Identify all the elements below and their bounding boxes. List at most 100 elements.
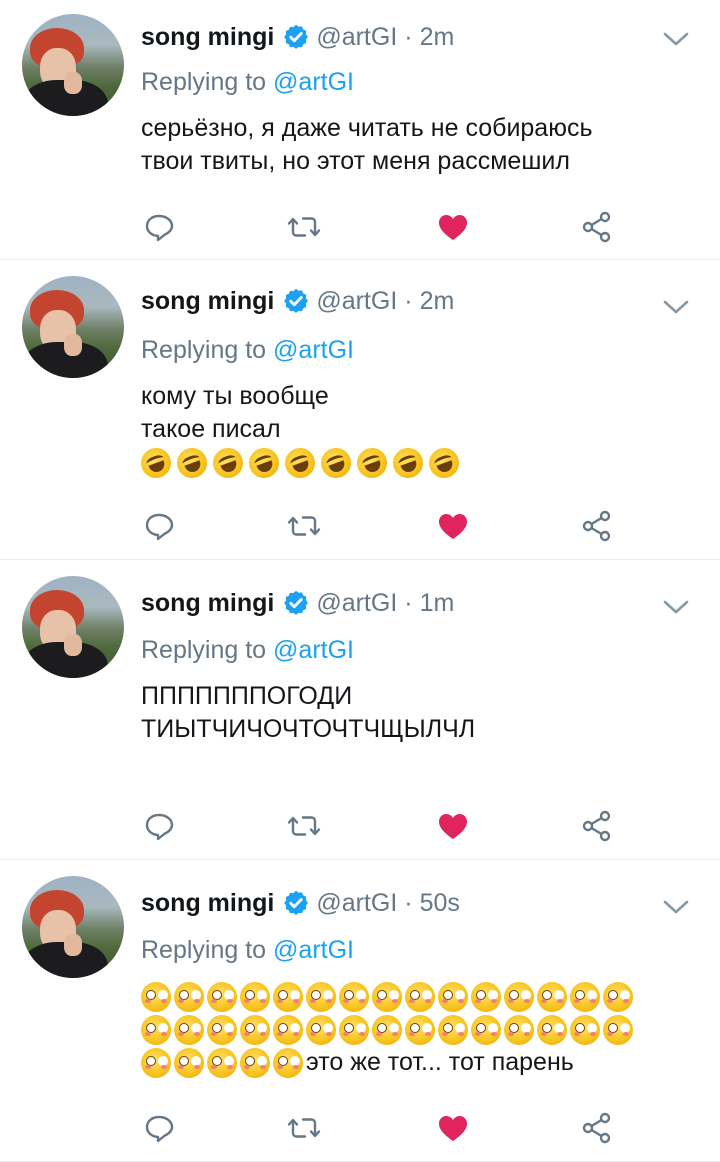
rolling-on-floor-laughing-emoji [208,444,248,483]
chevron-down-icon[interactable] [662,298,690,316]
retweet-icon[interactable] [286,508,322,544]
rolling-on-floor-laughing-emoji [388,444,428,483]
tweet-text-line: ТИЫТЧИЧОЧТОЧТЧЩЫЛЧЛ [141,715,476,743]
flushed-face-emoji [174,1048,204,1079]
rolling-on-floor-laughing-emoji [244,444,284,483]
tweet-text-line: кому ты вообще [141,382,329,410]
share-icon[interactable] [579,508,615,544]
user-handle[interactable]: @artGI [316,888,397,918]
emoji-row [141,1013,701,1046]
flushed-face-emoji [240,982,270,1013]
flushed-face-emoji [438,1015,468,1046]
reply-icon[interactable] [141,808,177,844]
flushed-face-emoji [306,1015,336,1046]
heart-icon[interactable] [435,1110,471,1146]
reply-mention-link[interactable]: @artGI [273,68,354,96]
replying-prefix: Replying to [141,336,267,364]
timestamp[interactable]: 2m [420,286,455,316]
tweet-text: это же тот... тот парень [141,980,701,1079]
tweet-actions [141,209,621,245]
reply-icon[interactable] [141,508,177,544]
replying-to: Replying to @artGI [141,334,354,366]
user-handle[interactable]: @artGI [316,286,397,316]
replying-prefix: Replying to [141,68,267,96]
reply-icon[interactable] [141,1110,177,1146]
separator-dot: · [404,589,413,617]
flushed-face-emoji [207,1048,237,1079]
flushed-face-emoji [273,1048,303,1079]
retweet-icon[interactable] [286,808,322,844]
replying-prefix: Replying to [141,636,267,664]
display-name[interactable]: song mingi [141,588,274,618]
flushed-face-emoji [174,982,204,1013]
tweet-text-line: такое писал [141,415,281,443]
flushed-face-emoji [273,1015,303,1046]
retweet-icon[interactable] [286,1110,322,1146]
flushed-face-emoji [372,982,402,1013]
separator-dot: · [404,889,413,917]
avatar[interactable] [22,576,124,678]
tweet-header: song mingi @artGI · 2m [141,286,454,316]
verified-badge-icon [282,287,310,315]
reply-icon[interactable] [141,209,177,245]
share-icon[interactable] [579,1110,615,1146]
timestamp[interactable]: 50s [420,888,460,918]
flushed-face-emoji [207,1015,237,1046]
tweet[interactable]: song mingi @artGI · 50s Replying to @art… [0,862,720,1162]
reply-mention-link[interactable]: @artGI [273,336,354,364]
separator-dot: · [404,287,413,315]
reply-mention-link[interactable]: @artGI [273,636,354,664]
flushed-face-emoji [570,1015,600,1046]
flushed-face-emoji [504,982,534,1013]
user-handle[interactable]: @artGI [316,22,397,52]
avatar[interactable] [22,276,124,378]
replying-to: Replying to @artGI [141,634,354,666]
flushed-face-emoji [240,1048,270,1079]
flushed-face-emoji [141,1048,171,1079]
tweet[interactable]: song mingi @artGI · 2m Replying to @artG… [0,0,720,260]
user-handle[interactable]: @artGI [316,588,397,618]
display-name[interactable]: song mingi [141,286,274,316]
tweet-text: ПППППППОГОДИ ТИЫТЧИЧОЧТОЧТЧЩЫЛЧЛ [141,680,701,746]
replying-prefix: Replying to [141,936,267,964]
separator-dot: · [404,23,413,51]
chevron-down-icon[interactable] [662,598,690,616]
display-name[interactable]: song mingi [141,888,274,918]
display-name[interactable]: song mingi [141,22,274,52]
flushed-face-emoji [537,1015,567,1046]
tweet-text-line: твои твиты, но этот меня рассмешил [141,147,570,175]
reply-mention-link[interactable]: @artGI [273,936,354,964]
heart-icon[interactable] [435,508,471,544]
flushed-face-emoji [603,1015,633,1046]
heart-icon[interactable] [435,209,471,245]
rolling-on-floor-laughing-emoji [136,444,176,483]
chevron-down-icon[interactable] [662,898,690,916]
flushed-face-emoji [339,1015,369,1046]
timestamp[interactable]: 2m [420,22,455,52]
avatar[interactable] [22,14,124,116]
avatar[interactable] [22,876,124,978]
tweet[interactable]: song mingi @artGI · 2m Replying to @artG… [0,262,720,560]
rolling-on-floor-laughing-emoji [424,444,464,483]
tweet-header: song mingi @artGI · 2m [141,22,454,52]
retweet-icon[interactable] [286,209,322,245]
chevron-down-icon[interactable] [662,30,690,48]
emoji-row: это же тот... тот парень [141,1046,701,1079]
share-icon[interactable] [579,808,615,844]
flushed-face-emoji [339,982,369,1013]
flushed-face-emoji [240,1015,270,1046]
flushed-face-emoji [372,1015,402,1046]
heart-icon[interactable] [435,808,471,844]
replying-to: Replying to @artGI [141,934,354,966]
tweet[interactable]: song mingi @artGI · 1m Replying to @artG… [0,562,720,860]
rolling-on-floor-laughing-emoji [172,444,212,483]
share-icon[interactable] [579,209,615,245]
emoji-row [136,444,701,483]
flushed-face-emoji [273,982,303,1013]
flushed-face-emoji [174,1015,204,1046]
tweet-actions [141,508,621,544]
timestamp[interactable]: 1m [420,588,455,618]
flushed-face-emoji [603,982,633,1013]
flushed-face-emoji [306,982,336,1013]
tweet-text-line: ПППППППОГОДИ [141,682,353,710]
